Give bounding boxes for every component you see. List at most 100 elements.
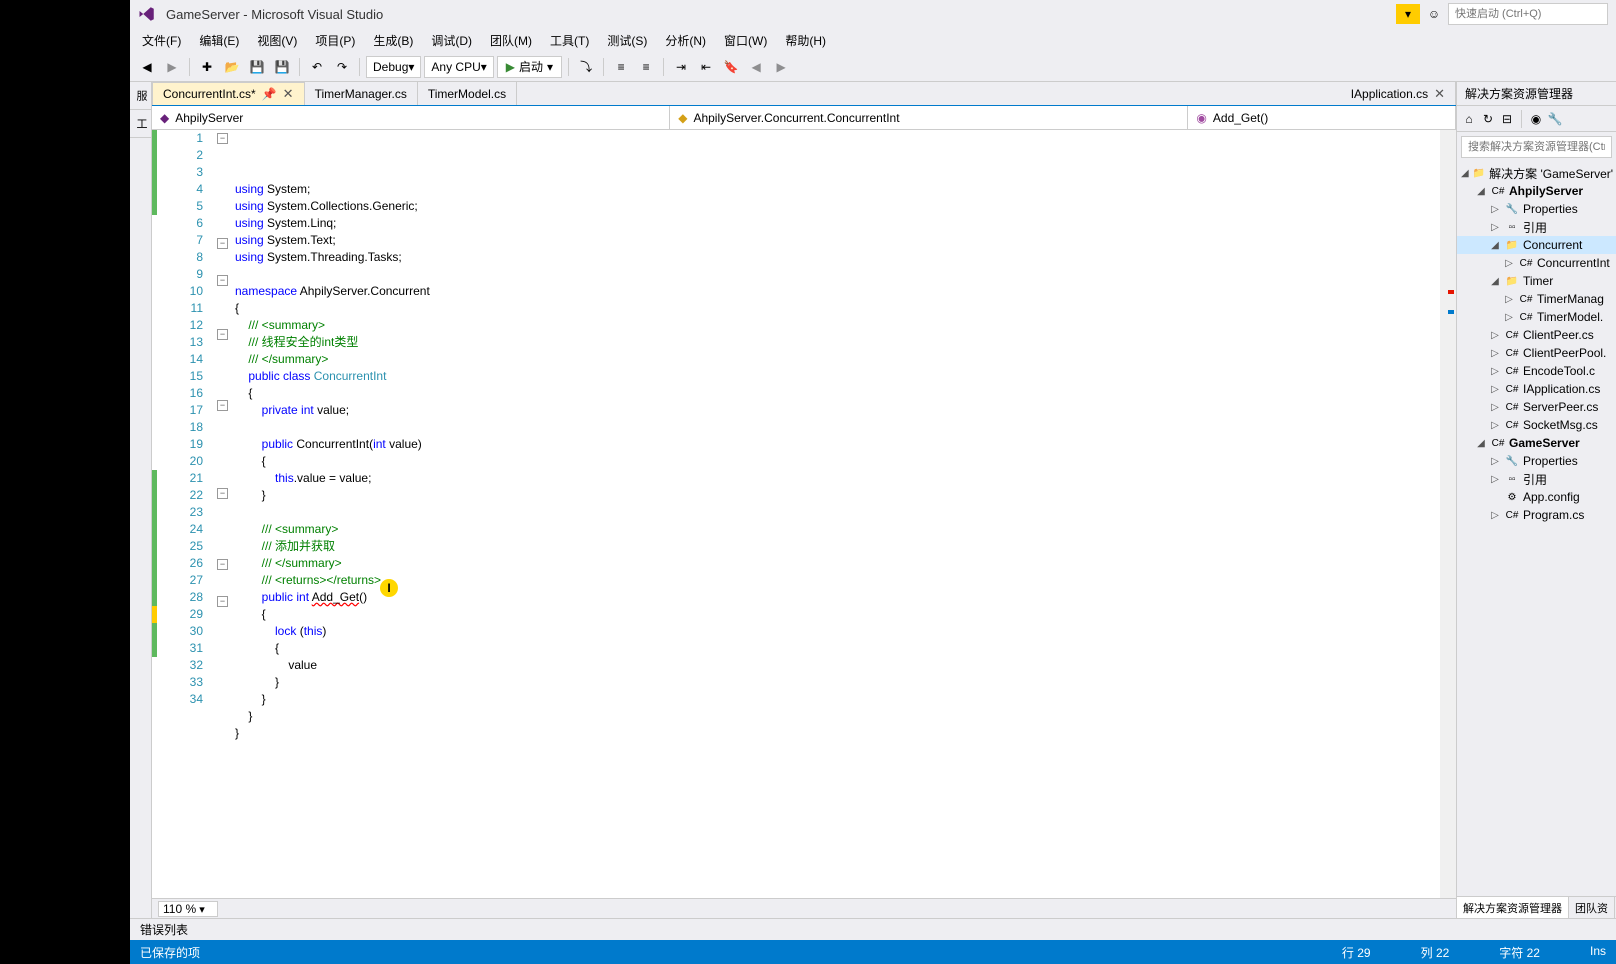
menu-item[interactable]: 帮助(H): [777, 29, 834, 52]
tree-node[interactable]: ⚙App.config: [1457, 488, 1616, 506]
redo-button[interactable]: ↷: [331, 56, 353, 78]
fold-toggle[interactable]: −: [217, 488, 228, 499]
tree-node[interactable]: ▷C#ClientPeer.cs: [1457, 326, 1616, 344]
expander-icon[interactable]: ◢: [1489, 240, 1501, 251]
open-file-button[interactable]: 📂: [221, 56, 243, 78]
feedback-icon[interactable]: ☺: [1424, 4, 1444, 24]
fold-toggle[interactable]: −: [217, 400, 228, 411]
tree-node[interactable]: ▷C#TimerManag: [1457, 290, 1616, 308]
menu-item[interactable]: 测试(S): [599, 29, 655, 52]
menu-item[interactable]: 团队(M): [482, 29, 540, 52]
tree-node[interactable]: ◢C#AhpilyServer: [1457, 182, 1616, 200]
fold-toggle[interactable]: −: [217, 559, 228, 570]
nav-project-dropdown[interactable]: ◆AhpilyServer: [152, 106, 670, 129]
properties-icon[interactable]: 🔧: [1547, 111, 1563, 127]
tab-iapplication[interactable]: IApplication.cs✕: [1341, 82, 1456, 105]
menu-item[interactable]: 视图(V): [249, 29, 305, 52]
tree-node[interactable]: ◢📁Timer: [1457, 272, 1616, 290]
server-explorer-tab[interactable]: 服: [130, 82, 151, 110]
start-debug-button[interactable]: ▶启动 ▾: [497, 56, 562, 78]
tree-node[interactable]: ▷🔧Properties: [1457, 452, 1616, 470]
expander-icon[interactable]: ▷: [1489, 384, 1501, 395]
expander-icon[interactable]: ▷: [1489, 510, 1501, 521]
platform-dropdown[interactable]: Any CPU ▾: [424, 56, 493, 78]
tree-node[interactable]: ▷C#TimerModel.: [1457, 308, 1616, 326]
pin-icon[interactable]: 📌: [262, 87, 277, 101]
home-icon[interactable]: ⌂: [1461, 111, 1477, 127]
menu-item[interactable]: 分析(N): [657, 29, 714, 52]
close-icon[interactable]: ✕: [1434, 86, 1445, 102]
expander-icon[interactable]: ▷: [1503, 258, 1515, 269]
fold-toggle[interactable]: −: [217, 275, 228, 286]
config-dropdown[interactable]: Debug ▾: [366, 56, 421, 78]
code-content[interactable]: I using System;using System.Collections.…: [231, 130, 1456, 898]
menu-item[interactable]: 编辑(E): [191, 29, 247, 52]
fold-toggle[interactable]: −: [217, 133, 228, 144]
expander-icon[interactable]: ▷: [1489, 222, 1501, 233]
tree-node[interactable]: ▷C#SocketMsg.cs: [1457, 416, 1616, 434]
toolbox-tab[interactable]: 工: [130, 110, 151, 138]
fold-toggle[interactable]: −: [217, 238, 228, 249]
menu-item[interactable]: 文件(F): [134, 29, 189, 52]
save-all-button[interactable]: 💾: [271, 56, 293, 78]
fold-toggle[interactable]: −: [217, 329, 228, 340]
expander-icon[interactable]: ▷: [1489, 348, 1501, 359]
tree-node[interactable]: ▷▫▫引用: [1457, 218, 1616, 236]
tree-node[interactable]: ▷C#ConcurrentInt: [1457, 254, 1616, 272]
tab-solution-explorer[interactable]: 解决方案资源管理器: [1457, 897, 1569, 918]
tree-node[interactable]: ▷C#IApplication.cs: [1457, 380, 1616, 398]
solution-search-input[interactable]: [1461, 136, 1612, 158]
outdent-button[interactable]: ⇤: [695, 56, 717, 78]
expander-icon[interactable]: ▷: [1489, 366, 1501, 377]
uncomment-button[interactable]: ≡: [635, 56, 657, 78]
tree-node[interactable]: ▷▫▫引用: [1457, 470, 1616, 488]
tree-node[interactable]: ▷C#Program.cs: [1457, 506, 1616, 524]
comment-button[interactable]: ≡: [610, 56, 632, 78]
tab-concurrentint[interactable]: ConcurrentInt.cs* 📌 ✕: [152, 82, 305, 105]
tree-node[interactable]: ▷C#EncodeTool.c: [1457, 362, 1616, 380]
tree-node[interactable]: ◢📁解决方案 'GameServer': [1457, 164, 1616, 182]
menu-item[interactable]: 调试(D): [423, 29, 480, 52]
expander-icon[interactable]: ▷: [1503, 312, 1515, 323]
tree-node[interactable]: ▷🔧Properties: [1457, 200, 1616, 218]
fold-toggle[interactable]: −: [217, 596, 228, 607]
show-all-icon[interactable]: ◉: [1528, 111, 1544, 127]
expander-icon[interactable]: ▷: [1489, 402, 1501, 413]
prev-bookmark-button[interactable]: ◀: [745, 56, 767, 78]
error-list-tab[interactable]: 错误列表: [130, 919, 198, 940]
nav-back-button[interactable]: ◀: [136, 56, 158, 78]
step-button[interactable]: ⤵: [575, 56, 597, 78]
expander-icon[interactable]: ◢: [1475, 438, 1487, 449]
code-editor[interactable]: 1234567891011121314151617181920212223242…: [152, 130, 1456, 898]
menu-item[interactable]: 窗口(W): [716, 29, 775, 52]
expander-icon[interactable]: ▷: [1489, 420, 1501, 431]
new-project-button[interactable]: ✚: [196, 56, 218, 78]
close-icon[interactable]: ✕: [283, 86, 294, 102]
next-bookmark-button[interactable]: ▶: [770, 56, 792, 78]
notification-flag-icon[interactable]: ▾: [1396, 4, 1420, 24]
bookmark-button[interactable]: 🔖: [720, 56, 742, 78]
nav-member-dropdown[interactable]: ◉Add_Get(): [1188, 106, 1456, 129]
expander-icon[interactable]: ▷: [1489, 456, 1501, 467]
expander-icon[interactable]: ▷: [1489, 474, 1501, 485]
menu-item[interactable]: 工具(T): [542, 29, 597, 52]
expander-icon[interactable]: ◢: [1489, 276, 1501, 287]
quick-launch-input[interactable]: [1448, 3, 1608, 25]
expander-icon[interactable]: ◢: [1461, 168, 1469, 179]
expander-icon[interactable]: ▷: [1489, 330, 1501, 341]
editor-scrollbar[interactable]: [1440, 130, 1456, 898]
expander-icon[interactable]: ▷: [1503, 294, 1515, 305]
expander-icon[interactable]: ◢: [1475, 186, 1487, 197]
expander-icon[interactable]: ▷: [1489, 204, 1501, 215]
solution-tree[interactable]: ◢📁解决方案 'GameServer'◢C#AhpilyServer▷🔧Prop…: [1457, 162, 1616, 896]
menu-item[interactable]: 项目(P): [307, 29, 363, 52]
save-button[interactable]: 💾: [246, 56, 268, 78]
tree-node[interactable]: ◢📁Concurrent: [1457, 236, 1616, 254]
menu-item[interactable]: 生成(B): [365, 29, 421, 52]
tab-timermodel[interactable]: TimerModel.cs: [418, 82, 517, 105]
tree-node[interactable]: ◢C#GameServer: [1457, 434, 1616, 452]
nav-class-dropdown[interactable]: ◆AhpilyServer.Concurrent.ConcurrentInt: [670, 106, 1188, 129]
tab-team-explorer[interactable]: 团队资: [1569, 897, 1615, 918]
zoom-dropdown[interactable]: 110 % ▾: [158, 901, 218, 917]
nav-fwd-button[interactable]: ▶: [161, 56, 183, 78]
